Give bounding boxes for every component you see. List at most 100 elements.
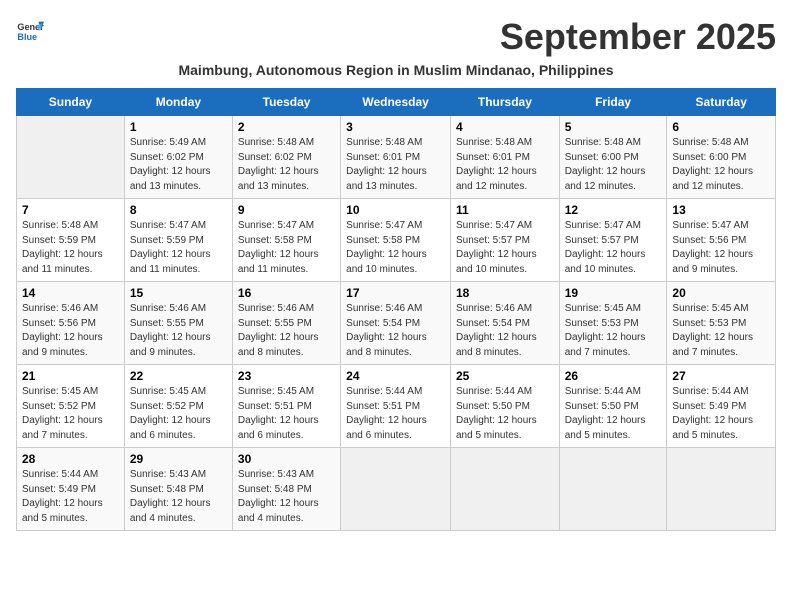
calendar-cell: 19 Sunrise: 5:45 AM Sunset: 5:53 PM Dayli…: [559, 282, 667, 365]
day-number: 11: [456, 203, 554, 217]
calendar-cell: 27 Sunrise: 5:44 AM Sunset: 5:49 PM Dayli…: [667, 365, 776, 448]
day-info: Sunrise: 5:44 AM Sunset: 5:51 PM Dayligh…: [346, 385, 445, 443]
day-info: Sunrise: 5:44 AM Sunset: 5:49 PM Dayligh…: [672, 385, 770, 443]
col-header-monday: Monday: [124, 89, 232, 116]
calendar-subtitle: Maimbung, Autonomous Region in Muslim Mi…: [16, 62, 776, 78]
calendar-cell: 24 Sunrise: 5:44 AM Sunset: 5:51 PM Dayli…: [341, 365, 451, 448]
calendar-cell: 9 Sunrise: 5:47 AM Sunset: 5:58 PM Daylig…: [232, 199, 340, 282]
day-info: Sunrise: 5:47 AM Sunset: 5:57 PM Dayligh…: [565, 219, 662, 277]
day-number: 2: [238, 120, 335, 134]
calendar-cell: 2 Sunrise: 5:48 AM Sunset: 6:02 PM Daylig…: [232, 116, 340, 199]
day-info: Sunrise: 5:48 AM Sunset: 6:00 PM Dayligh…: [672, 136, 770, 194]
day-number: 12: [565, 203, 662, 217]
day-info: Sunrise: 5:46 AM Sunset: 5:55 PM Dayligh…: [238, 302, 335, 360]
day-number: 1: [130, 120, 227, 134]
col-header-saturday: Saturday: [667, 89, 776, 116]
day-number: 21: [22, 369, 119, 383]
calendar-cell: 18 Sunrise: 5:46 AM Sunset: 5:54 PM Dayli…: [450, 282, 559, 365]
col-header-wednesday: Wednesday: [341, 89, 451, 116]
col-header-sunday: Sunday: [17, 89, 125, 116]
day-number: 16: [238, 286, 335, 300]
day-info: Sunrise: 5:48 AM Sunset: 6:00 PM Dayligh…: [565, 136, 662, 194]
calendar-cell: 21 Sunrise: 5:45 AM Sunset: 5:52 PM Dayli…: [17, 365, 125, 448]
col-header-tuesday: Tuesday: [232, 89, 340, 116]
calendar-cell: 14 Sunrise: 5:46 AM Sunset: 5:56 PM Dayli…: [17, 282, 125, 365]
day-info: Sunrise: 5:44 AM Sunset: 5:49 PM Dayligh…: [22, 468, 119, 526]
calendar-cell: 11 Sunrise: 5:47 AM Sunset: 5:57 PM Dayli…: [450, 199, 559, 282]
calendar-cell: 6 Sunrise: 5:48 AM Sunset: 6:00 PM Daylig…: [667, 116, 776, 199]
day-number: 13: [672, 203, 770, 217]
day-number: 3: [346, 120, 445, 134]
day-number: 4: [456, 120, 554, 134]
calendar-cell: [559, 448, 667, 531]
calendar-cell: 13 Sunrise: 5:47 AM Sunset: 5:56 PM Dayli…: [667, 199, 776, 282]
day-info: Sunrise: 5:48 AM Sunset: 6:01 PM Dayligh…: [456, 136, 554, 194]
day-info: Sunrise: 5:47 AM Sunset: 5:58 PM Dayligh…: [238, 219, 335, 277]
day-number: 25: [456, 369, 554, 383]
col-header-friday: Friday: [559, 89, 667, 116]
day-info: Sunrise: 5:45 AM Sunset: 5:52 PM Dayligh…: [130, 385, 227, 443]
calendar-table: SundayMondayTuesdayWednesdayThursdayFrid…: [16, 88, 776, 531]
day-number: 9: [238, 203, 335, 217]
calendar-cell: 25 Sunrise: 5:44 AM Sunset: 5:50 PM Dayli…: [450, 365, 559, 448]
day-number: 24: [346, 369, 445, 383]
day-number: 22: [130, 369, 227, 383]
day-number: 10: [346, 203, 445, 217]
logo: General Blue: [16, 16, 44, 44]
day-number: 14: [22, 286, 119, 300]
day-info: Sunrise: 5:47 AM Sunset: 5:57 PM Dayligh…: [456, 219, 554, 277]
day-info: Sunrise: 5:45 AM Sunset: 5:51 PM Dayligh…: [238, 385, 335, 443]
col-header-thursday: Thursday: [450, 89, 559, 116]
calendar-cell: 28 Sunrise: 5:44 AM Sunset: 5:49 PM Dayli…: [17, 448, 125, 531]
day-number: 30: [238, 452, 335, 466]
day-number: 23: [238, 369, 335, 383]
day-number: 6: [672, 120, 770, 134]
calendar-cell: 8 Sunrise: 5:47 AM Sunset: 5:59 PM Daylig…: [124, 199, 232, 282]
calendar-cell: 15Sunrise: 5:46 AM Sunset: 5:55 PM Dayli…: [124, 282, 232, 365]
day-number: 8: [130, 203, 227, 217]
calendar-cell: 4 Sunrise: 5:48 AM Sunset: 6:01 PM Daylig…: [450, 116, 559, 199]
day-info: Sunrise: 5:43 AM Sunset: 5:48 PM Dayligh…: [238, 468, 335, 526]
svg-text:Blue: Blue: [17, 32, 37, 42]
day-number: 19: [565, 286, 662, 300]
day-info: Sunrise: 5:44 AM Sunset: 5:50 PM Dayligh…: [456, 385, 554, 443]
day-info: Sunrise: 5:48 AM Sunset: 6:01 PM Dayligh…: [346, 136, 445, 194]
calendar-cell: [450, 448, 559, 531]
calendar-cell: 12 Sunrise: 5:47 AM Sunset: 5:57 PM Dayli…: [559, 199, 667, 282]
day-number: 15: [130, 286, 227, 300]
day-info: Sunrise: 5:44 AM Sunset: 5:50 PM Dayligh…: [565, 385, 662, 443]
calendar-cell: 29 Sunrise: 5:43 AM Sunset: 5:48 PM Dayli…: [124, 448, 232, 531]
day-info: Sunrise: 5:48 AM Sunset: 6:02 PM Dayligh…: [238, 136, 335, 194]
day-info: Sunrise: 5:46 AM Sunset: 5:54 PM Dayligh…: [456, 302, 554, 360]
day-info: Sunrise: 5:47 AM Sunset: 5:59 PM Dayligh…: [130, 219, 227, 277]
calendar-cell: 26 Sunrise: 5:44 AM Sunset: 5:50 PM Dayli…: [559, 365, 667, 448]
day-info: Sunrise: 5:45 AM Sunset: 5:53 PM Dayligh…: [565, 302, 662, 360]
day-number: 18: [456, 286, 554, 300]
day-info: Sunrise: 5:46 AM Sunset: 5:54 PM Dayligh…: [346, 302, 445, 360]
day-info: Sunrise: 5:46 AM Sunset: 5:56 PM Dayligh…: [22, 302, 119, 360]
calendar-cell: 10 Sunrise: 5:47 AM Sunset: 5:58 PM Dayli…: [341, 199, 451, 282]
calendar-cell: 22 Sunrise: 5:45 AM Sunset: 5:52 PM Dayli…: [124, 365, 232, 448]
calendar-cell: 7Sunrise: 5:48 AM Sunset: 5:59 PM Daylig…: [17, 199, 125, 282]
day-info: Sunrise: 5:45 AM Sunset: 5:53 PM Dayligh…: [672, 302, 770, 360]
day-number: 28: [22, 452, 119, 466]
day-number: 27: [672, 369, 770, 383]
day-info: Sunrise: 5:47 AM Sunset: 5:56 PM Dayligh…: [672, 219, 770, 277]
day-number: 29: [130, 452, 227, 466]
calendar-cell: 1 Sunrise: 5:49 AM Sunset: 6:02 PM Daylig…: [124, 116, 232, 199]
calendar-cell: 5Sunrise: 5:48 AM Sunset: 6:00 PM Daylig…: [559, 116, 667, 199]
day-info: Sunrise: 5:47 AM Sunset: 5:58 PM Dayligh…: [346, 219, 445, 277]
calendar-cell: [17, 116, 125, 199]
logo-icon: General Blue: [16, 16, 44, 44]
calendar-cell: 20Sunrise: 5:45 AM Sunset: 5:53 PM Dayli…: [667, 282, 776, 365]
day-number: 26: [565, 369, 662, 383]
day-info: Sunrise: 5:45 AM Sunset: 5:52 PM Dayligh…: [22, 385, 119, 443]
month-title: September 2025: [500, 16, 776, 58]
day-info: Sunrise: 5:43 AM Sunset: 5:48 PM Dayligh…: [130, 468, 227, 526]
calendar-cell: 3 Sunrise: 5:48 AM Sunset: 6:01 PM Daylig…: [341, 116, 451, 199]
calendar-cell: 23 Sunrise: 5:45 AM Sunset: 5:51 PM Dayli…: [232, 365, 340, 448]
day-info: Sunrise: 5:49 AM Sunset: 6:02 PM Dayligh…: [130, 136, 227, 194]
calendar-cell: 30 Sunrise: 5:43 AM Sunset: 5:48 PM Dayli…: [232, 448, 340, 531]
day-number: 7: [22, 203, 119, 217]
calendar-cell: 17Sunrise: 5:46 AM Sunset: 5:54 PM Dayli…: [341, 282, 451, 365]
